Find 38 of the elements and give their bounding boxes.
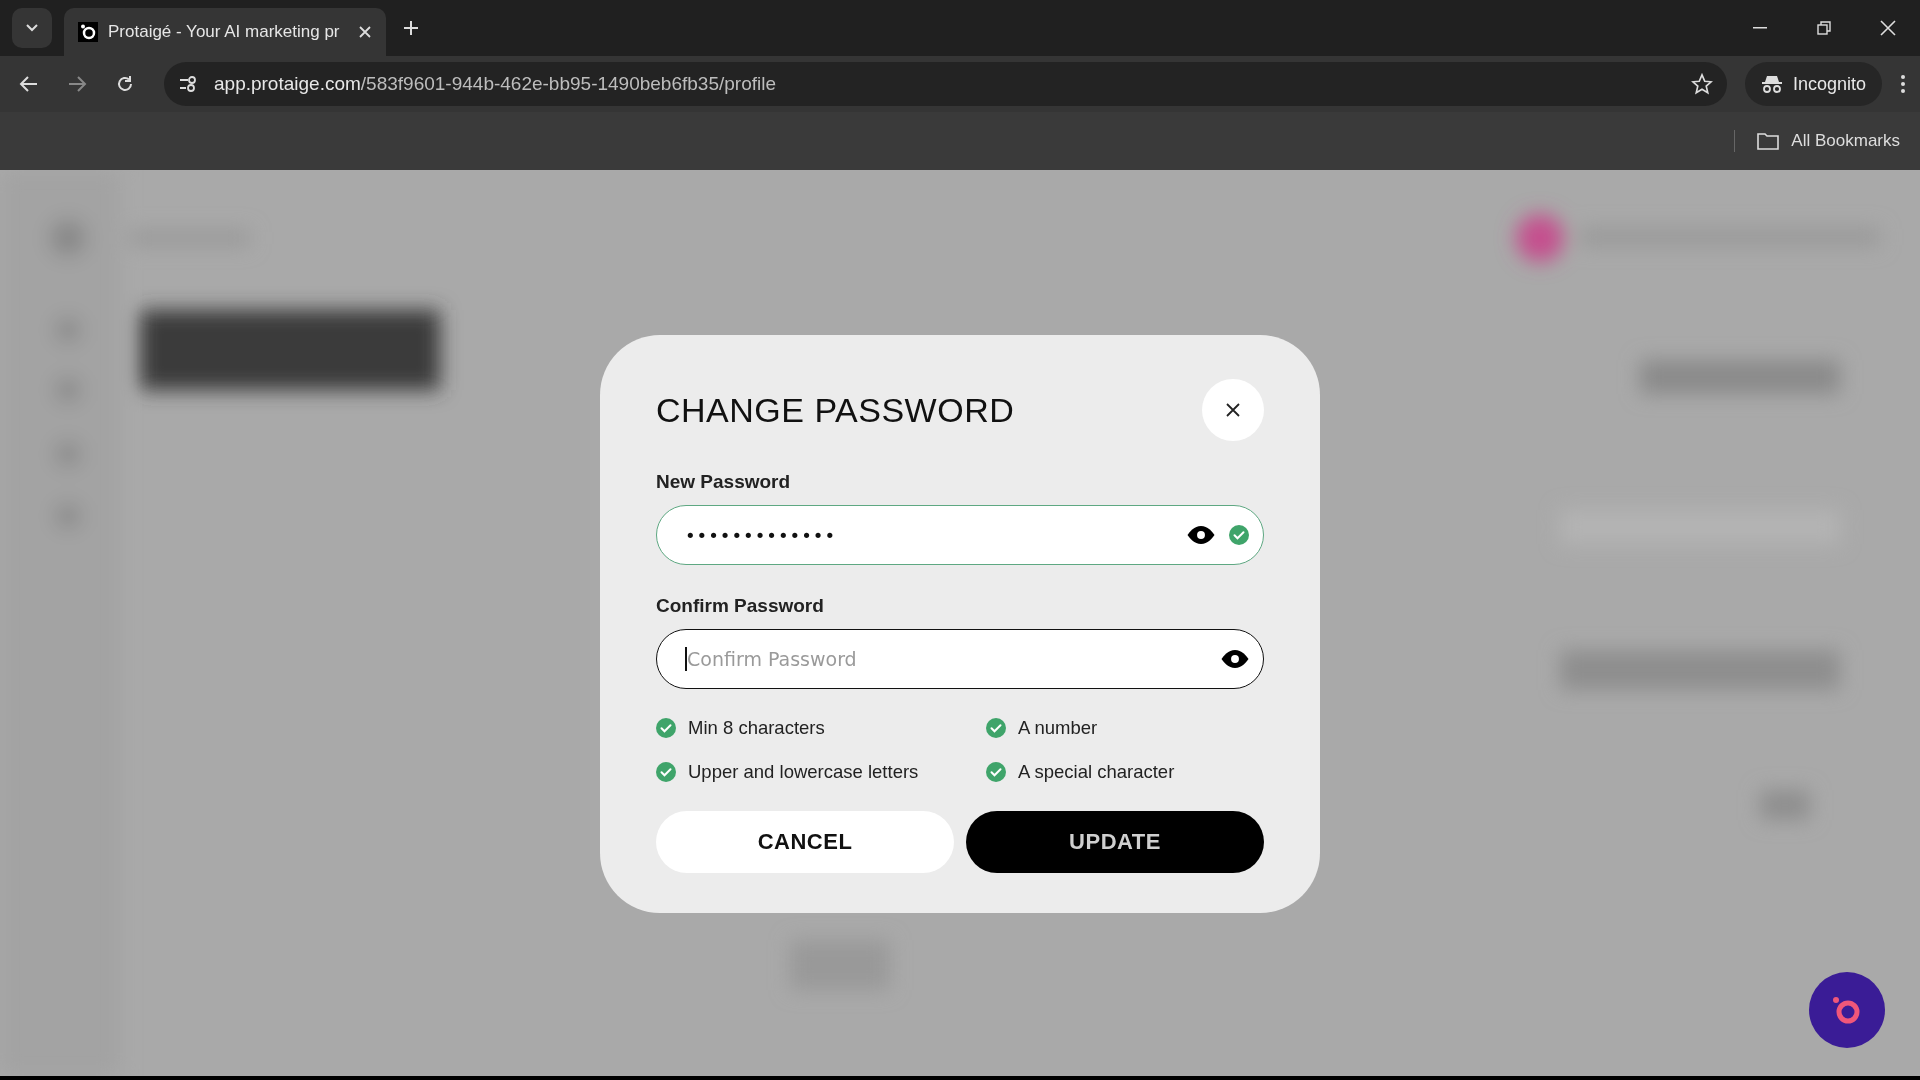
url-text: app.protaige.com/583f9601-944b-462e-bb95-1490beb6fb35/profile — [214, 73, 777, 95]
close-icon[interactable] — [358, 25, 372, 39]
bookmarks-link[interactable]: All Bookmarks — [1791, 131, 1900, 151]
password-input[interactable]: Confirm Password — [687, 648, 1207, 670]
address-bar[interactable]: app.protaige.com/583f9601-944b-462e-bb95-1490beb6fb35/profile — [164, 62, 1727, 106]
field-label: New Password — [656, 471, 792, 493]
update-button[interactable]: UPDATE — [966, 811, 1264, 873]
eye-icon[interactable] — [1187, 526, 1215, 544]
dialog-title: CHANGE PASSWORD — [656, 390, 1015, 430]
restore-icon[interactable] — [1817, 21, 1831, 35]
requirement-text: A special character — [1018, 761, 1175, 783]
incognito-icon — [1760, 74, 1783, 94]
field-label: Confirm Password — [656, 595, 825, 617]
check-icon — [1229, 525, 1249, 545]
back-icon[interactable] — [19, 75, 39, 93]
menu-icon[interactable] — [1900, 74, 1906, 94]
requirement-text: Upper and lowercase letters — [688, 761, 919, 783]
tab-title: Protaigé - Your AI marketing pr — [108, 22, 341, 42]
new-tab-icon[interactable] — [402, 19, 420, 37]
requirement-text: A number — [1018, 717, 1098, 739]
folder-icon[interactable] — [1757, 132, 1780, 150]
site-logo-icon — [78, 22, 98, 42]
cancel-button[interactable]: CANCEL — [656, 811, 954, 873]
requirement-text: Min 8 characters — [688, 717, 825, 739]
reload-icon[interactable] — [115, 74, 135, 94]
star-icon[interactable] — [1690, 73, 1713, 95]
site-settings-icon[interactable] — [178, 75, 198, 93]
incognito-button[interactable]: Incognito — [1744, 62, 1882, 106]
close-icon[interactable] — [1880, 20, 1896, 36]
password-field[interactable]: Confirm Password — [656, 629, 1264, 689]
minimize-icon[interactable] — [1753, 27, 1767, 29]
close-icon — [1225, 402, 1241, 418]
chevron-down-icon — [25, 23, 39, 33]
browser-tab[interactable]: Protaigé - Your AI marketing pr — [64, 8, 386, 56]
blurred-avatar — [1516, 214, 1564, 262]
forward-icon[interactable] — [67, 75, 87, 93]
password-field[interactable]: ••••••••••••• — [656, 505, 1264, 565]
eye-icon[interactable] — [1221, 650, 1249, 668]
